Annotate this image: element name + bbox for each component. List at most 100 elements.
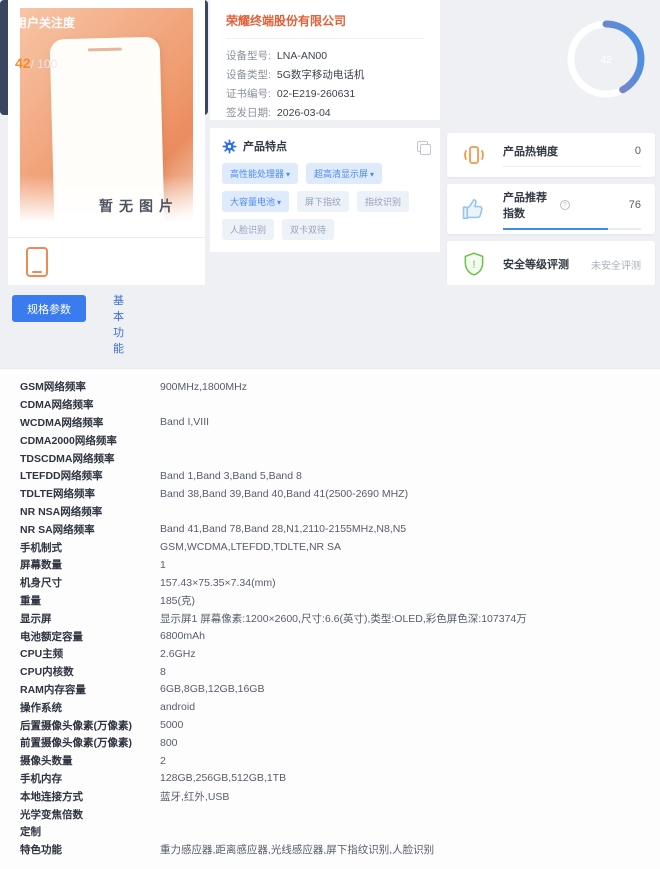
spec-label: NR NSA网络频率: [20, 505, 103, 518]
attention-score-max: / 100: [30, 57, 58, 71]
recommend-body: 产品推荐指数 ? 76: [503, 189, 641, 230]
spec-value: 157.43×75.35×7.34(mm): [160, 576, 276, 589]
spec-label: GSM网络频率: [20, 381, 86, 394]
spec-row: GSM网络频率 900MHz,1800MHz: [0, 378, 660, 396]
spec-value: Band 38,Band 39,Band 40,Band 41(2500-269…: [160, 487, 409, 500]
product-image-card: 暂无图片: [8, 0, 205, 285]
company-name-link[interactable]: 荣耀终端股份有限公司: [226, 12, 424, 39]
svg-text:!: !: [472, 259, 475, 271]
recommend-title: 产品推荐指数: [503, 191, 547, 220]
recommend-progress-track: [503, 227, 641, 230]
spec-value: Band 41,Band 78,Band 28,N1,2110-2155MHz,…: [160, 523, 407, 536]
spec-row: 手机制式 GSM,WCDMA,LTEFDD,TDLTE,NR SA: [0, 538, 660, 556]
device-info-row: 签发日期: 2026-03-04: [226, 104, 424, 123]
caret-down-icon: ▾: [277, 198, 282, 207]
device-info-fields: 设备型号: LNA-AN00 设备类型: 5G数字移动电话机 证书编号: 02-E219-…: [226, 47, 424, 123]
spec-label: WCDMA网络频率: [20, 416, 104, 429]
gear-icon: [222, 139, 237, 153]
device-info-label: 设备类型:: [226, 69, 271, 81]
device-info-label: 证书编号:: [226, 88, 271, 100]
spec-row: CDMA网络频率: [0, 396, 660, 414]
spec-value: 2: [160, 754, 166, 767]
spec-label: 屏幕数量: [20, 559, 62, 572]
device-info-row: 设备型号: LNA-AN00: [226, 47, 424, 66]
thumbnail-strip: [8, 237, 205, 285]
info-icon[interactable]: ?: [559, 199, 570, 210]
spec-label: 特色功能: [20, 844, 62, 857]
spec-label: CPU主频: [20, 648, 64, 661]
thumb-up-icon: [459, 194, 489, 224]
attention-score: 42/ 100: [15, 55, 57, 71]
spec-value: 显示屏1 屏幕像素:1200×2600,尺寸:6.6(英寸),类型:OLED,彩…: [160, 612, 527, 625]
device-info-value: LNA-AN00: [276, 50, 328, 62]
spec-label: 操作系统: [20, 701, 62, 714]
hot-sale-title: 产品热销度: [503, 146, 558, 158]
spec-value: 重力感应器,距离感应器,光线感应器,屏下指纹识别,人脸识别: [160, 844, 435, 857]
feature-tag-label: 人脸识别: [230, 225, 267, 235]
feature-tag[interactable]: 超高清显示屏 ▾: [306, 163, 383, 184]
security-card: ! 安全等级评测 未安全评测: [447, 241, 655, 287]
spec-value: Band 1,Band 3,Band 5,Band 8: [160, 469, 302, 482]
spec-value: GSM,WCDMA,LTEFDD,TDLTE,NR SA: [160, 541, 342, 554]
tab-basic-functions[interactable]: 基本功能: [113, 293, 126, 357]
caret-down-icon: ▾: [370, 170, 375, 179]
tab-spec-params[interactable]: 规格参数: [12, 295, 86, 322]
spec-value: 185(克): [160, 594, 196, 607]
spec-row: 定制: [0, 823, 660, 841]
feature-tag: 人脸识别: [222, 219, 275, 240]
feature-tag[interactable]: 高性能处理器 ▾: [222, 163, 299, 184]
device-info-row: 证书编号: 02-E219-260631: [226, 85, 424, 104]
product-image-placeholder: 暂无图片: [20, 8, 193, 230]
spec-label: 显示屏: [20, 612, 52, 625]
spec-label: LTEFDD网络频率: [20, 470, 103, 483]
spec-label: 光学变焦倍数: [20, 808, 83, 821]
spec-row: TDLTE网络频率 Band 38,Band 39,Band 40,Band 41…: [0, 485, 660, 503]
spec-value: 蓝牙,红外,USB: [160, 790, 230, 803]
device-info-label: 设备型号:: [226, 50, 271, 62]
feature-tag: 指纹识别: [357, 191, 410, 212]
image-thumbnail[interactable]: [26, 246, 48, 277]
hot-sale-body: 产品热销度 0: [503, 143, 641, 167]
features-title: 产品特点: [243, 141, 287, 153]
product-detail-page: 暂无图片 荣耀终端股份有限公司 设备型号: LNA-AN00 设备类型: 5G数字移动…: [0, 0, 660, 869]
feature-tag-label: 大容量电池: [230, 197, 276, 207]
spec-label: TDSCDMA网络频率: [20, 452, 115, 465]
hot-sale-card: 产品热销度 0: [447, 133, 655, 177]
spec-label: 本地连接方式: [20, 790, 83, 803]
device-info-card: 荣耀终端股份有限公司 设备型号: LNA-AN00 设备类型: 5G数字移动电话机 证书…: [210, 0, 440, 120]
spec-table: GSM网络频率 900MHz,1800MHz CDMA网络频率 WCDMA网络频率 Ba…: [0, 368, 660, 869]
spec-row: 本地连接方式 蓝牙,红外,USB: [0, 787, 660, 805]
spec-row: 前置摄像头像素(万像素) 800: [0, 734, 660, 752]
compare-icon[interactable]: [417, 140, 431, 155]
spec-label: 手机内存: [20, 772, 62, 785]
spec-row: TDSCDMA网络频率: [0, 449, 660, 467]
device-info-row: 设备类型: 5G数字移动电话机: [226, 66, 424, 85]
caret-down-icon: ▾: [286, 170, 291, 179]
feature-tag: 屏下指纹: [297, 191, 350, 212]
feature-tag-label: 高性能处理器: [230, 169, 285, 179]
attention-title: 用户关注度: [15, 16, 76, 30]
recommend-value: 76: [628, 198, 641, 211]
attention-score-value: 42: [15, 55, 31, 71]
spec-value: 800: [160, 736, 178, 749]
spec-value: 1: [160, 558, 166, 571]
spec-label: 电池额定容量: [20, 630, 83, 643]
spec-label: CDMA网络频率: [20, 399, 94, 412]
spec-value: 5000: [160, 719, 184, 732]
feature-tags: 高性能处理器 ▾ 超高清显示屏 ▾ 大容量电池 ▾ 屏下指纹 指纹识别 人脸识别 双卡双待: [222, 163, 428, 240]
feature-tag: 双卡双待: [282, 219, 335, 240]
feature-tag[interactable]: 大容量电池 ▾: [222, 191, 290, 212]
spec-value: 128GB,256GB,512GB,1TB: [160, 772, 287, 785]
spec-row: 手机内存 128GB,256GB,512GB,1TB: [0, 770, 660, 788]
hot-sale-underline: [503, 166, 641, 167]
spec-value: Band I,VIII: [160, 416, 210, 429]
spec-label: TDLTE网络频率: [20, 488, 96, 501]
spec-row: NR SA网络频率 Band 41,Band 78,Band 28,N1,2110…: [0, 520, 660, 538]
hot-sale-value: 0: [634, 145, 641, 157]
spec-row: 后置摄像头像素(万像素) 5000: [0, 716, 660, 734]
spec-label: CDMA2000网络频率: [20, 434, 117, 447]
spec-row: 操作系统 android: [0, 698, 660, 716]
spec-row: 显示屏 显示屏1 屏幕像素:1200×2600,尺寸:6.6(英寸),类型:OLE…: [0, 609, 660, 627]
security-body: 安全等级评测 未安全评测: [503, 256, 641, 272]
spec-label: 定制: [20, 826, 41, 839]
